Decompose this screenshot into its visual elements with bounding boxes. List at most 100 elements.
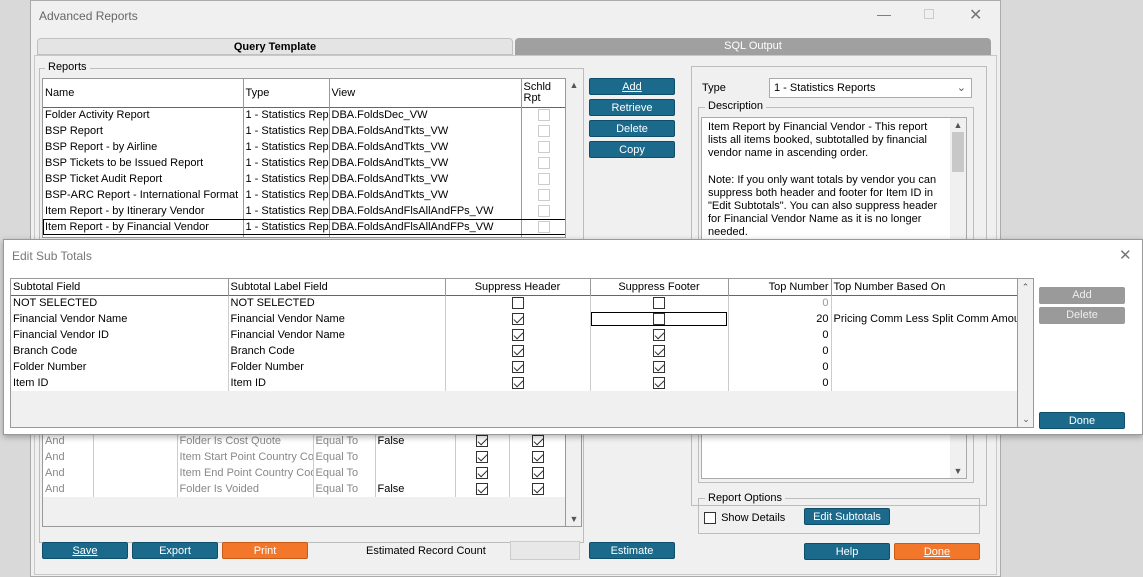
checkbox-icon[interactable]: [653, 377, 665, 390]
subtotal-row[interactable]: Branch Code Branch Code 0: [11, 343, 1017, 359]
table-row[interactable]: BSP-ARC Report - International Format 1 -…: [43, 187, 565, 203]
report-schld-cell[interactable]: [521, 187, 565, 203]
chevron-down-icon: ⌄: [956, 82, 966, 94]
checkbox-icon[interactable]: [511, 377, 524, 390]
checkbox-icon[interactable]: [653, 313, 665, 326]
show-details-checkbox[interactable]: Show Details: [704, 512, 785, 525]
criteria-empty-area: [42, 497, 566, 527]
checkbox-icon[interactable]: [653, 329, 665, 342]
scroll-down-icon[interactable]: ▼: [950, 466, 966, 476]
checkbox-icon[interactable]: [653, 361, 665, 374]
scroll-down-icon[interactable]: ▼: [566, 514, 582, 524]
report-schld-cell[interactable]: [521, 203, 565, 219]
criteria-row[interactable]: And Folder Is Cost Quote Equal To False: [43, 433, 568, 449]
dialog-done-button[interactable]: Done: [1039, 412, 1125, 429]
report-schld-cell[interactable]: [521, 171, 565, 187]
checkbox-icon[interactable]: [653, 345, 665, 358]
checkbox-icon[interactable]: [511, 313, 524, 326]
subtotals-scrollbar[interactable]: ⌃ ⌄: [1018, 278, 1034, 428]
suppress-footer-cell: [590, 327, 729, 343]
col-schld-rpt[interactable]: Schld Rpt: [521, 79, 565, 107]
col-suppress-header[interactable]: Suppress Header: [445, 279, 591, 295]
scroll-up-icon[interactable]: ▲: [566, 80, 582, 90]
chevron-up-icon[interactable]: ⌃: [1018, 282, 1033, 293]
table-row[interactable]: BSP Report - by Airline 1 - Statistics Re…: [43, 139, 565, 155]
table-row[interactable]: BSP Report 1 - Statistics Rep DBA.FoldsAnd…: [43, 123, 565, 139]
help-button[interactable]: Help: [804, 543, 890, 560]
subtotal-field-cell: Financial Vendor ID: [11, 327, 229, 343]
subtotal-row[interactable]: Item ID Item ID 0: [11, 375, 1017, 391]
criteria-val-cell: [375, 449, 456, 465]
subtotal-row[interactable]: Financial Vendor Name Financial Vendor Na…: [11, 311, 1017, 327]
scroll-thumb[interactable]: [952, 132, 964, 172]
table-row[interactable]: Item Report - by Product1 - Statistics R…: [43, 235, 565, 237]
col-name[interactable]: Name: [43, 79, 244, 107]
table-row[interactable]: Folder Activity Report 1 - Statistics Rep…: [43, 107, 565, 123]
report-schld-cell[interactable]: [521, 235, 565, 237]
col-type[interactable]: Type: [243, 79, 330, 107]
subtotal-row[interactable]: NOT SELECTED NOT SELECTED 0: [11, 295, 1017, 311]
col-top-number[interactable]: Top Number: [728, 279, 832, 295]
col-top-number-based-on[interactable]: Top Number Based On: [831, 279, 1017, 295]
checkbox-icon[interactable]: [653, 297, 665, 310]
criteria-row[interactable]: And Item Start Point Country Cod Equal To: [43, 449, 568, 465]
criteria-row[interactable]: And Item End Point Country Cod Equal To: [43, 465, 568, 481]
table-row[interactable]: BSP Ticket Audit Report 1 - Statistics Re…: [43, 171, 565, 187]
table-row[interactable]: BSP Tickets to be Issued Report 1 - Stati…: [43, 155, 565, 171]
scroll-up-icon[interactable]: ▲: [950, 120, 966, 130]
export-button[interactable]: Export: [132, 542, 218, 559]
checkbox-icon[interactable]: [511, 345, 524, 358]
retrieve-button[interactable]: Retrieve: [589, 99, 675, 116]
report-schld-cell[interactable]: [521, 155, 565, 171]
reports-scrollbar[interactable]: ▲: [566, 78, 582, 238]
col-subtotal-label-field[interactable]: Subtotal Label Field: [228, 279, 446, 295]
dialog-close-icon[interactable]: ✕: [1119, 246, 1132, 264]
checkbox-icon[interactable]: [532, 467, 544, 480]
edit-subtotals-button[interactable]: Edit Subtotals: [804, 508, 890, 525]
criteria-row[interactable]: And Folder Is Voided Equal To False: [43, 481, 568, 497]
report-schld-cell[interactable]: [521, 123, 565, 139]
edit-subtotals-dialog: Edit Sub Totals ✕ Subtotal Field Subtota…: [3, 239, 1143, 435]
estimate-button[interactable]: Estimate: [589, 542, 675, 559]
add-report-button[interactable]: Add: [589, 78, 675, 95]
col-view[interactable]: View: [329, 79, 522, 107]
copy-report-button[interactable]: Copy: [589, 141, 675, 158]
col-suppress-footer[interactable]: Suppress Footer: [590, 279, 729, 295]
criteria-scrollbar[interactable]: ▼: [566, 433, 582, 527]
checkbox-icon[interactable]: [476, 435, 488, 448]
checkbox-icon[interactable]: [511, 329, 524, 342]
delete-subtotal-button[interactable]: Delete: [1039, 307, 1125, 324]
report-schld-cell[interactable]: [521, 139, 565, 155]
suppress-header-cell: [445, 295, 591, 311]
col-subtotal-field[interactable]: Subtotal Field: [11, 279, 229, 295]
type-select[interactable]: 1 - Statistics Reports ⌄: [769, 78, 972, 98]
report-name-cell: Item Report - by Product: [43, 235, 244, 237]
suppress-header-cell: [445, 311, 591, 327]
print-button[interactable]: Print: [222, 542, 308, 559]
maximize-icon[interactable]: [924, 9, 934, 19]
tab-sql-output[interactable]: SQL Output: [515, 38, 991, 55]
close-icon[interactable]: ✕: [969, 5, 982, 25]
add-subtotal-button[interactable]: Add: [1039, 287, 1125, 304]
minimize-icon[interactable]: —: [877, 6, 891, 22]
report-schld-cell[interactable]: [521, 219, 565, 235]
checkbox-icon[interactable]: [476, 451, 488, 464]
checkbox-icon[interactable]: [476, 483, 488, 496]
chevron-down-icon[interactable]: ⌄: [1018, 414, 1034, 425]
checkbox-icon[interactable]: [532, 483, 544, 496]
checkbox-icon[interactable]: [532, 435, 544, 448]
checkbox-icon[interactable]: [476, 467, 488, 480]
subtotal-row[interactable]: Financial Vendor ID Financial Vendor Name…: [11, 327, 1017, 343]
delete-report-button[interactable]: Delete: [589, 120, 675, 137]
report-name-cell: Item Report - by Itinerary Vendor: [43, 203, 244, 219]
report-schld-cell[interactable]: [521, 107, 565, 123]
table-row[interactable]: Item Report - by Itinerary Vendor 1 - Sta…: [43, 203, 565, 219]
save-button[interactable]: Save: [42, 542, 128, 559]
checkbox-icon[interactable]: [511, 361, 524, 374]
tab-query-template[interactable]: Query Template: [37, 38, 513, 55]
main-done-button[interactable]: Done: [894, 543, 980, 560]
checkbox-icon[interactable]: [532, 451, 544, 464]
subtotal-row[interactable]: Folder Number Folder Number 0: [11, 359, 1017, 375]
checkbox-icon[interactable]: [511, 297, 524, 310]
table-row[interactable]: Item Report - by Financial Vendor 1 - Sta…: [43, 219, 565, 235]
